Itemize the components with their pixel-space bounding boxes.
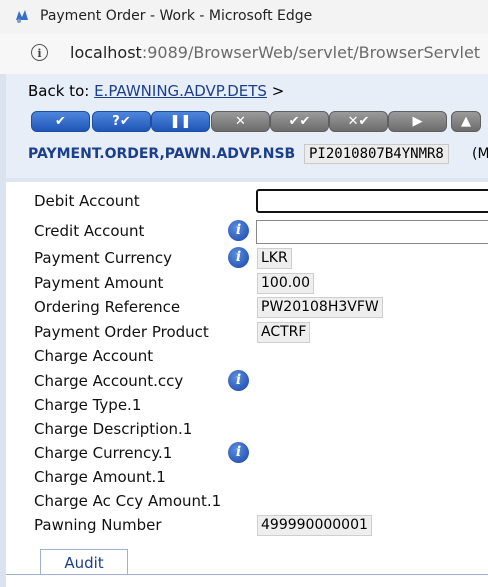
app-logo-icon (16, 10, 28, 23)
hold-button[interactable]: ❚❚ (151, 111, 210, 132)
tab-strip-line (6, 574, 488, 575)
payment-currency-label: Payment Currency (34, 249, 173, 267)
delete-button[interactable]: ✕ (211, 111, 270, 132)
credit-account-info-icon[interactable]: i (228, 220, 249, 241)
pawning-number-label: Pawning Number (34, 516, 162, 534)
charge-account-ccy-label: Charge Account.ccy (34, 372, 184, 390)
payment-order-product-label: Payment Order Product (34, 323, 209, 341)
charge-description-label: Charge Description.1 (34, 420, 193, 438)
credit-account-input[interactable] (256, 220, 488, 244)
url-text[interactable]: localhost:9089/BrowserWeb/servlet/Browse… (70, 43, 480, 62)
upload-button[interactable]: ▲ (451, 111, 481, 132)
ordering-reference-label: Ordering Reference (34, 298, 181, 316)
debit-account-input[interactable] (256, 189, 488, 213)
version-name: PAYMENT.ORDER,PAWN.ADVP.NSB (28, 146, 296, 162)
charge-ac-ccy-amount-label: Charge Ac Ccy Amount.1 (34, 492, 222, 510)
commit-button[interactable]: ✔ (31, 111, 90, 132)
back-prefix: Back to: (28, 82, 90, 100)
url-host: localhost (70, 43, 142, 62)
breadcrumb: Back to: E.PAWNING.ADVP.DETS > (28, 82, 284, 100)
trailing-text: (M (472, 146, 488, 162)
header-panel: Back to: E.PAWNING.ADVP.DETS > ✔ ?✔ ❚❚ ✕… (6, 74, 488, 178)
charge-amount-label: Charge Amount.1 (34, 468, 166, 486)
charge-currency-label: Charge Currency.1 (34, 444, 173, 462)
toolbar: ✔ ?✔ ❚❚ ✕ ✔✔ ✕✔ ▶ ▲ (6, 111, 488, 135)
ordering-reference-value: PW20108H3VFW (257, 297, 383, 318)
validate-button[interactable]: ?✔ (92, 111, 151, 132)
reverse-button[interactable]: ✕✔ (329, 111, 388, 132)
charge-account-ccy-info-icon[interactable]: i (228, 370, 249, 391)
payment-amount-value: 100.00 (257, 273, 314, 294)
back-suffix: > (271, 82, 285, 100)
url-path: :9089/BrowserWeb/servlet/BrowserServlet (141, 43, 481, 62)
payment-order-product-value: ACTRF (257, 322, 311, 343)
charge-type-label: Charge Type.1 (34, 396, 142, 414)
payment-currency-info-icon[interactable]: i (228, 247, 249, 268)
back-link[interactable]: E.PAWNING.ADVP.DETS (94, 82, 267, 100)
transaction-id-field[interactable]: PI2010807B4YNMR8 (304, 144, 449, 164)
charge-account-label: Charge Account (34, 347, 154, 365)
payment-currency-value: LKR (257, 248, 292, 269)
address-bar[interactable]: i localhost:9089/BrowserWeb/servlet/Brow… (0, 34, 488, 75)
pawning-number-value: 499990000001 (257, 515, 372, 536)
payment-order-form: Debit Account Credit Account i Payment C… (6, 182, 488, 587)
payment-amount-label: Payment Amount (34, 274, 164, 292)
credit-account-label: Credit Account (34, 222, 145, 240)
authorise-button[interactable]: ✔✔ (270, 111, 329, 132)
next-button[interactable]: ▶ (388, 111, 447, 132)
window-title: Payment Order - Work - Microsoft Edge (40, 8, 313, 24)
debit-account-label: Debit Account (34, 192, 140, 210)
charge-currency-info-icon[interactable]: i (228, 442, 249, 463)
tab-audit[interactable]: Audit (40, 549, 128, 575)
site-info-icon[interactable]: i (31, 44, 48, 61)
browser-title-bar: Payment Order - Work - Microsoft Edge (0, 0, 488, 34)
